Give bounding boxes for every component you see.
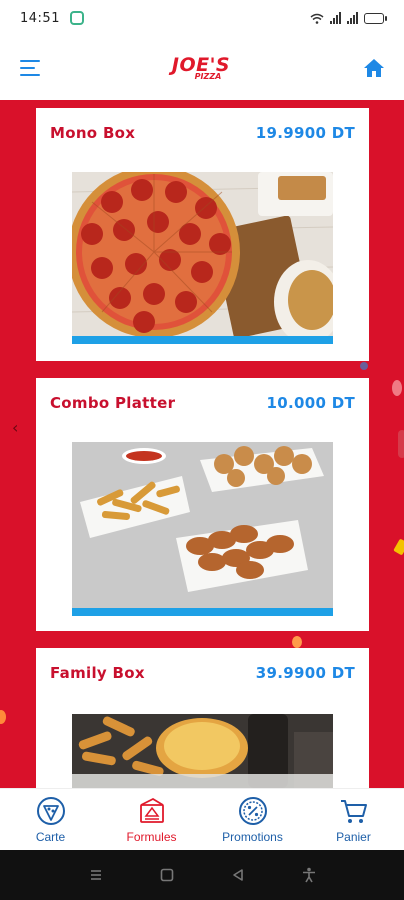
status-indicators [310,12,387,24]
status-time: 14:51 [20,10,60,26]
scroll-left-indicator: ‹ [12,418,19,437]
accessibility-icon[interactable] [302,867,316,883]
percent-badge-icon [238,796,267,825]
nav-label-formules: Formules [126,829,177,844]
confetti-dot [0,710,6,724]
nav-label-panier: Panier [336,829,371,844]
product-card[interactable]: Mono Box 19.9900 DT [36,108,369,361]
app-header: JOE'S PIZZA [0,36,404,100]
nav-item-carte[interactable]: Carte [0,789,101,850]
product-card-header: Combo Platter 10.000 DT [36,378,369,428]
product-list[interactable]: ‹ Mono Box 19.9900 DT Combo Platter 10.0… [0,100,404,788]
joes-pizza-logo: JOE'S PIZZA [171,53,231,81]
menu-icon[interactable] [20,60,40,76]
confetti-dot [392,380,402,396]
nav-label-carte: Carte [35,829,66,844]
product-price: 10.000 DT [266,394,355,412]
product-price: 39.9900 DT [255,664,355,682]
cart-icon [340,799,367,823]
product-name: Combo Platter [50,394,176,412]
confetti-dot [360,362,368,370]
nav-label-promotions: Promotions [222,829,283,844]
signal-2-icon [347,12,358,24]
signal-1-icon [330,12,341,24]
product-image[interactable] [72,172,333,344]
product-card-header: Family Box 39.9900 DT [36,648,369,698]
confetti-dot [292,636,302,648]
nav-item-panier[interactable]: Panier [303,789,404,850]
product-image[interactable] [72,442,333,616]
product-name: Family Box [50,664,145,682]
product-price: 19.9900 DT [255,124,355,142]
pizza-slice-icon [36,796,65,825]
confetti-dot [393,538,404,556]
bottom-navigation: Carte Formules Promotions Panier [0,788,404,850]
confetti-dot [398,430,404,458]
pizza-box-icon [139,797,164,823]
image-caption-strip [72,608,333,616]
product-image[interactable] [72,714,333,788]
system-navigation-bar [0,850,404,900]
nav-item-formules[interactable]: Formules [101,789,202,850]
battery-icon [364,12,387,24]
nav-item-promotions[interactable]: Promotions [202,789,303,850]
status-bar: 14:51 [0,0,404,36]
home-icon[interactable] [362,56,386,80]
product-card[interactable]: Combo Platter 10.000 DT [36,378,369,631]
product-card[interactable]: Family Box 39.9900 DT [36,648,369,788]
home-button-icon[interactable] [160,868,174,882]
wifi-icon [310,13,324,24]
app-notification-icon [69,11,84,25]
recent-apps-icon[interactable] [89,868,103,882]
image-caption-strip [72,336,333,344]
product-card-header: Mono Box 19.9900 DT [36,108,369,158]
product-name: Mono Box [50,124,136,142]
back-icon[interactable] [231,868,245,882]
